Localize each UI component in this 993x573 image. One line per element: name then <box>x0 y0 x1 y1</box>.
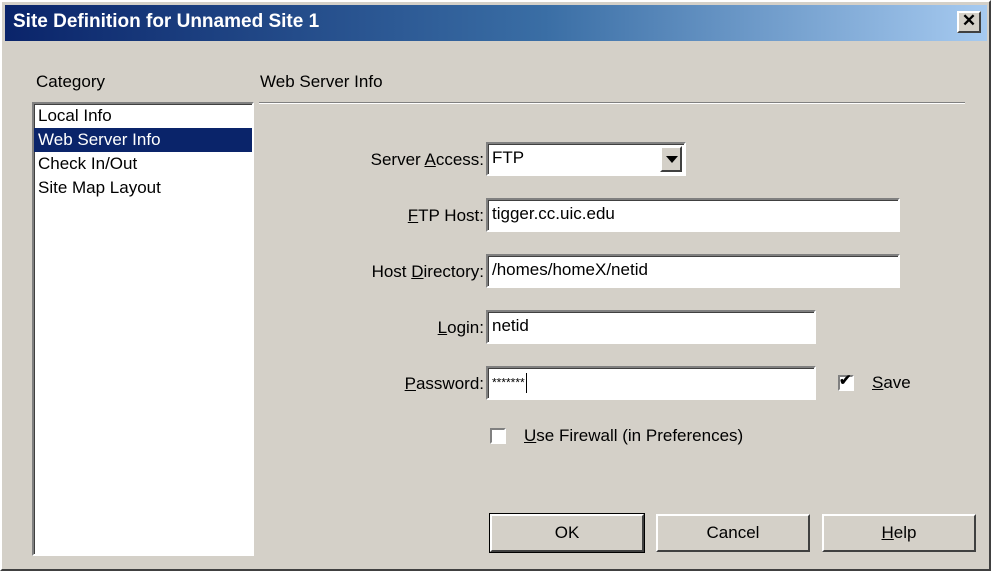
ftp-host-value: tigger.cc.uic.edu <box>492 204 615 223</box>
checkmark-icon: ✔ <box>839 372 852 389</box>
window-title: Site Definition for Unnamed Site 1 <box>13 11 320 32</box>
password-label: Password: <box>404 374 484 393</box>
use-firewall-label[interactable]: Use Firewall (in Preferences) <box>524 426 743 446</box>
category-item-site-map-layout[interactable]: Site Map Layout <box>34 176 252 200</box>
close-icon: ✕ <box>961 11 977 30</box>
category-item-check-in-out[interactable]: Check In/Out <box>34 152 252 176</box>
text-caret <box>525 372 527 393</box>
login-field[interactable]: netid <box>486 310 816 344</box>
site-definition-dialog: Site Definition for Unnamed Site 1 ✕ Cat… <box>0 0 991 571</box>
save-password-checkbox[interactable]: ✔ <box>838 372 854 391</box>
title-bar[interactable]: Site Definition for Unnamed Site 1 ✕ <box>5 5 987 41</box>
category-heading: Category <box>36 72 105 91</box>
section-title: Web Server Info <box>260 72 383 91</box>
server-access-value: FTP <box>492 148 525 167</box>
password-value: ******* <box>492 375 525 390</box>
login-label: Login: <box>437 318 484 337</box>
help-button[interactable]: Help <box>822 514 976 552</box>
ftp-host-field[interactable]: tigger.cc.uic.edu <box>486 198 900 232</box>
server-access-select[interactable]: FTP <box>486 142 686 176</box>
password-field[interactable]: ******* <box>486 366 816 400</box>
category-item-local-info[interactable]: Local Info <box>34 104 252 128</box>
host-directory-label: Host Directory: <box>371 262 484 281</box>
use-firewall-checkbox[interactable] <box>490 428 506 444</box>
cancel-button[interactable]: Cancel <box>656 514 810 552</box>
category-list[interactable]: Local Info Web Server Info Check In/Out … <box>32 102 254 556</box>
host-directory-field[interactable]: /homes/homeX/netid <box>486 254 900 288</box>
close-button[interactable]: ✕ <box>957 11 981 33</box>
login-value: netid <box>492 316 529 335</box>
ftp-host-label: FTP Host: <box>407 206 484 225</box>
chevron-down-icon[interactable] <box>660 146 682 172</box>
category-item-web-server-info[interactable]: Web Server Info <box>34 128 252 152</box>
server-access-label: Server Access: <box>370 150 484 169</box>
save-password-label[interactable]: Save <box>872 373 911 393</box>
section-divider <box>259 102 965 104</box>
ok-button[interactable]: OK <box>489 513 645 553</box>
host-directory-value: /homes/homeX/netid <box>492 260 648 279</box>
